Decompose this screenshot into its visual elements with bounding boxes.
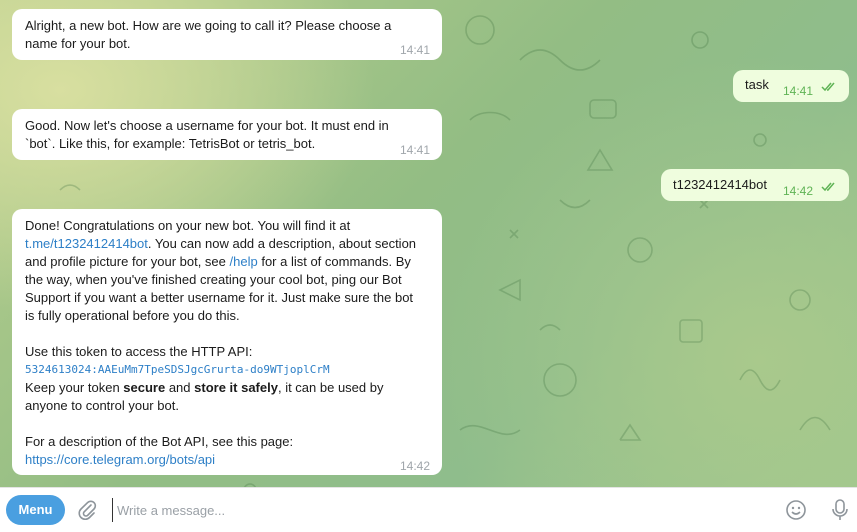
message-composer: Menu bbox=[0, 487, 857, 532]
message-time: 14:42 bbox=[783, 184, 814, 198]
incoming-message: Alright, a new bot. How are we going to … bbox=[12, 9, 442, 60]
api-token[interactable]: 5324613024:AAEuMm7TpeSDSJgcGrurta-do9WTj… bbox=[25, 361, 416, 379]
outgoing-message: t1232412414bot 14:42 bbox=[661, 169, 849, 201]
message-text: task bbox=[745, 77, 769, 92]
emoji-icon[interactable] bbox=[785, 499, 807, 524]
message-text: t1232412414bot bbox=[673, 177, 767, 192]
incoming-message: Done! Congratulations on your new bot. Y… bbox=[12, 209, 442, 475]
message-time: 14:41 bbox=[783, 84, 814, 98]
outgoing-message: task 14:41 bbox=[733, 70, 849, 102]
message-text: Good. Now let's choose a username for yo… bbox=[25, 118, 389, 133]
message-time: 14:41 bbox=[400, 143, 431, 157]
message-text: and profile picture for your bot, see /h… bbox=[25, 254, 411, 269]
message-text: Done! Congratulations on your new bot. Y… bbox=[25, 218, 351, 233]
message-text: `bot`. Like this, for example: TetrisBot… bbox=[25, 136, 316, 151]
bot-link[interactable]: t.me/t1232412414bot bbox=[25, 236, 148, 251]
message-text: Alright, a new bot. How are we going to … bbox=[25, 18, 392, 33]
message-text: Keep your token secure and store it safe… bbox=[25, 380, 384, 395]
message-text: the way, when you've finished creating y… bbox=[25, 272, 402, 287]
chat-area: Alright, a new bot. How are we going to … bbox=[0, 0, 857, 487]
paperclip-icon[interactable] bbox=[76, 499, 98, 524]
help-command-link[interactable]: /help bbox=[230, 254, 258, 269]
incoming-message: Good. Now let's choose a username for yo… bbox=[12, 109, 442, 160]
message-text: For a description of the Bot API, see th… bbox=[25, 434, 294, 449]
double-check-icon bbox=[821, 180, 839, 198]
double-check-icon bbox=[821, 80, 839, 98]
menu-button[interactable]: Menu bbox=[6, 495, 65, 525]
message-text: t.me/t1232412414bot. You can now add a d… bbox=[25, 236, 417, 251]
message-time: 14:41 bbox=[400, 43, 431, 57]
message-input-wrap bbox=[112, 498, 752, 522]
message-time: 14:42 bbox=[400, 459, 431, 473]
message-text: Use this token to access the HTTP API: bbox=[25, 344, 253, 359]
message-text: Support if you want a better username fo… bbox=[25, 290, 414, 305]
message-text: is fully operational before you do this. bbox=[25, 308, 240, 323]
message-text: name for your bot. bbox=[25, 36, 131, 51]
microphone-icon[interactable] bbox=[830, 498, 850, 525]
message-text: anyone to control your bot. bbox=[25, 398, 179, 413]
message-input[interactable] bbox=[112, 498, 752, 522]
api-docs-link[interactable]: https://core.telegram.org/bots/api bbox=[25, 451, 416, 469]
